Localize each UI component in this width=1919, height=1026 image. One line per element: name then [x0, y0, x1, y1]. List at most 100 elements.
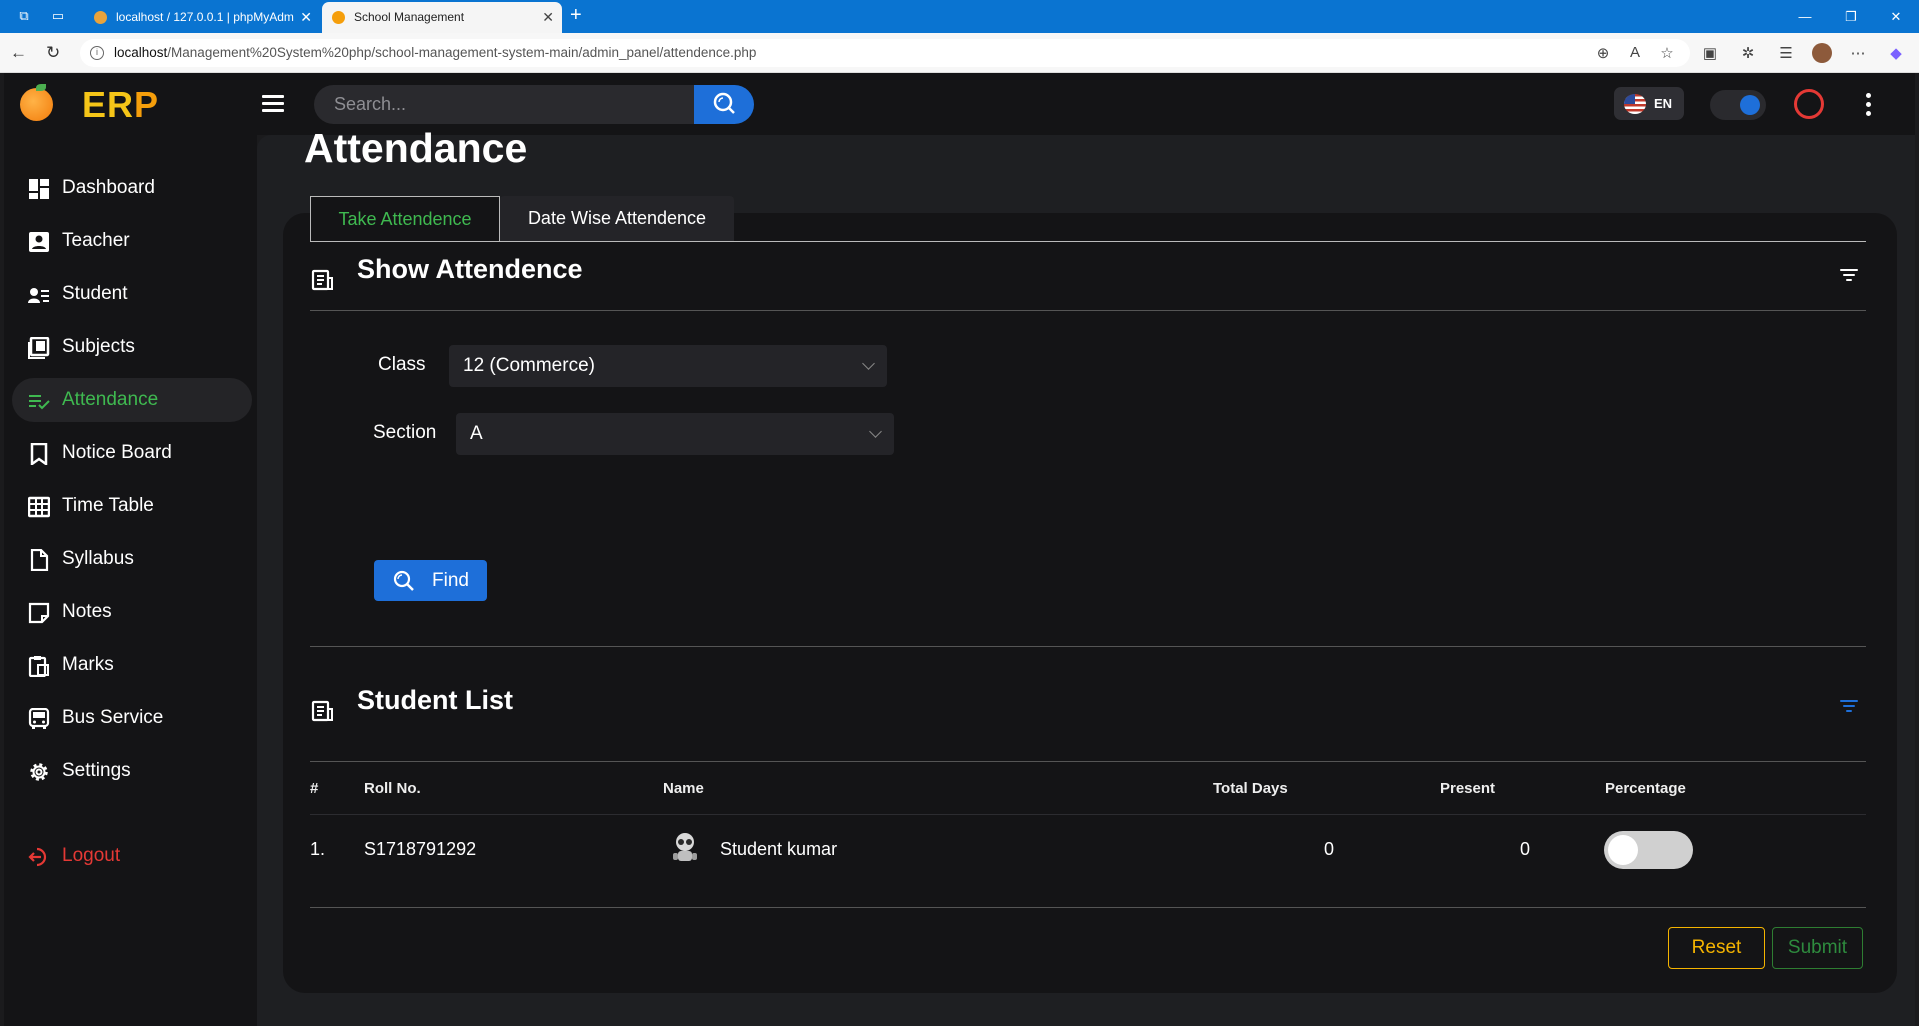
profile-avatar[interactable] — [1812, 43, 1832, 63]
tab-actions-icon[interactable]: ▭ — [50, 8, 66, 24]
table-header-total-days: Total Days — [1213, 780, 1288, 797]
row-index: 1. — [310, 839, 326, 859]
zoom-icon[interactable]: ⊕ — [1593, 44, 1613, 62]
read-aloud-icon[interactable]: A — [1625, 44, 1645, 61]
sidebar: Dashboard Teacher Student Subjects Atten… — [4, 135, 257, 1026]
kebab-menu-icon[interactable] — [1866, 93, 1872, 117]
url-path: /Management%20System%20php/school-manage… — [167, 45, 757, 60]
theme-toggle[interactable] — [1710, 90, 1766, 120]
split-screen-icon[interactable]: ▣ — [1700, 44, 1720, 62]
phpmyadmin-favicon-icon — [94, 11, 107, 24]
sidebar-item-subjects[interactable]: Subjects — [12, 325, 252, 369]
show-attendance-title: Show Attendence — [357, 254, 583, 284]
sidebar-item-marks[interactable]: Marks — [12, 643, 252, 687]
close-window-icon[interactable]: ✕ — [1873, 0, 1919, 33]
browser-tab-phpmyadmin[interactable]: localhost / 127.0.0.1 | phpMyAdm ✕ — [84, 2, 320, 33]
search-button[interactable] — [694, 85, 754, 124]
search-icon — [713, 92, 735, 114]
chevron-down-icon — [862, 357, 875, 370]
class-select[interactable]: 12 (Commerce) — [449, 345, 887, 387]
sidebar-item-label: Settings — [62, 760, 131, 781]
sidebar-item-label: Teacher — [62, 230, 130, 251]
sidebar-item-teacher[interactable]: Teacher — [12, 219, 252, 263]
more-icon[interactable]: ⋯ — [1848, 44, 1868, 62]
sidebar-item-dashboard[interactable]: Dashboard — [12, 166, 252, 210]
row-present: 0 — [1520, 839, 1531, 859]
favorites-icon[interactable]: ☰ — [1776, 44, 1796, 62]
class-label: Class — [378, 354, 426, 375]
tab-take-attendance[interactable]: Take Attendence — [310, 196, 500, 242]
copilot-icon[interactable]: ◆ — [1886, 44, 1906, 62]
tab-date-wise-attendance[interactable]: Date Wise Attendence — [500, 196, 734, 242]
orange-logo-icon — [20, 88, 53, 121]
table-icon — [28, 496, 50, 518]
gear-icon — [30, 763, 48, 781]
orange-favicon-icon — [332, 11, 345, 24]
us-flag-icon — [1624, 94, 1646, 114]
browser-tab-school-management[interactable]: School Management ✕ — [322, 2, 562, 33]
language-label: EN — [1654, 96, 1673, 111]
logout-label: Logout — [62, 845, 121, 866]
browser-address-bar: ← ↻ i localhost/Management%20System%20ph… — [0, 33, 1919, 73]
browser-tab-bar: ⧉ ▭ localhost / 127.0.0.1 | phpMyAdm ✕ S… — [0, 0, 1919, 33]
sidebar-item-attendance[interactable]: Attendance — [12, 378, 252, 422]
sidebar-item-notice-board[interactable]: Notice Board — [12, 431, 252, 475]
table-header-roll: Roll No. — [364, 780, 421, 797]
leaf-icon — [36, 84, 46, 91]
row-total-days: 0 — [1324, 839, 1335, 859]
find-button[interactable]: Find — [374, 560, 487, 601]
url-field[interactable]: i localhost/Management%20System%20php/sc… — [80, 39, 1690, 67]
search-input[interactable] — [314, 85, 698, 124]
logout-icon — [28, 847, 47, 867]
search-icon — [393, 570, 414, 591]
sidebar-item-time-table[interactable]: Time Table — [12, 484, 252, 528]
section-select[interactable]: A — [456, 413, 894, 455]
back-icon[interactable]: ← — [10, 43, 27, 63]
table-header-divider — [310, 814, 1866, 815]
browser-tab-title: School Management — [354, 10, 465, 24]
sidebar-item-settings[interactable]: Settings — [12, 749, 252, 793]
brand-logo[interactable]: ERP — [82, 84, 159, 126]
section-divider — [310, 310, 1866, 311]
filter-icon[interactable] — [1840, 269, 1858, 283]
sidebar-item-logout[interactable]: Logout — [12, 834, 252, 878]
reset-button[interactable]: Reset — [1668, 927, 1765, 969]
clipboard-icon — [28, 656, 49, 677]
app-root: ERP EN Dashboard Teacher Student Subject… — [4, 73, 1915, 1026]
hamburger-menu-icon[interactable] — [262, 95, 284, 113]
close-tab-icon[interactable]: ✕ — [542, 2, 554, 33]
close-tab-icon[interactable]: ✕ — [300, 2, 312, 33]
bookmark-icon — [30, 443, 48, 465]
sidebar-item-syllabus[interactable]: Syllabus — [12, 537, 252, 581]
language-selector[interactable]: EN — [1614, 87, 1684, 120]
site-info-icon[interactable]: i — [90, 46, 104, 60]
workspaces-icon[interactable]: ⧉ — [16, 8, 32, 24]
sidebar-item-label: Notice Board — [62, 442, 172, 463]
sidebar-item-label: Bus Service — [62, 707, 164, 728]
class-select-value: 12 (Commerce) — [463, 355, 595, 376]
sidebar-item-bus-service[interactable]: Bus Service — [12, 696, 252, 740]
table-header-percentage: Percentage — [1605, 780, 1686, 797]
refresh-icon[interactable]: ↻ — [46, 43, 60, 63]
sidebar-item-label: Notes — [62, 601, 112, 622]
power-icon[interactable] — [1794, 89, 1824, 119]
sidebar-item-notes[interactable]: Notes — [12, 590, 252, 634]
favorite-star-icon[interactable]: ☆ — [1657, 44, 1677, 62]
document-list-icon — [311, 700, 333, 722]
dashboard-icon — [29, 179, 49, 199]
sidebar-item-label: Syllabus — [62, 548, 134, 569]
new-tab-icon[interactable]: + — [570, 4, 582, 27]
sidebar-item-student[interactable]: Student — [12, 272, 252, 316]
minimize-icon[interactable]: — — [1782, 0, 1828, 33]
url-host: localhost — [114, 45, 168, 60]
percentage-toggle[interactable] — [1604, 831, 1693, 869]
filter-icon[interactable] — [1840, 700, 1858, 714]
find-label: Find — [432, 570, 469, 591]
teacher-icon — [29, 232, 49, 252]
extensions-icon[interactable]: ✲ — [1738, 44, 1758, 62]
restore-icon[interactable]: ❐ — [1828, 0, 1874, 33]
brand-main-text: ER — [82, 84, 135, 125]
sidebar-item-label: Subjects — [62, 336, 135, 357]
brand-accent-text: P — [134, 84, 160, 125]
submit-button[interactable]: Submit — [1772, 927, 1863, 969]
